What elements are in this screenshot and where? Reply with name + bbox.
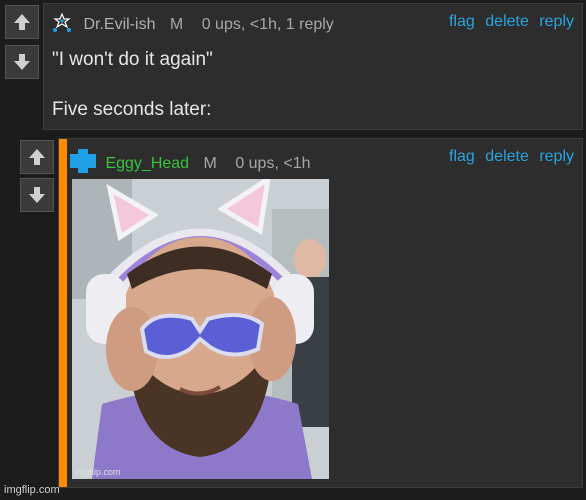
- image-watermark: imgflip.com: [75, 467, 121, 477]
- arrow-down-icon: [14, 54, 30, 70]
- reply-link[interactable]: reply: [539, 13, 574, 30]
- mod-badge: M: [169, 16, 184, 33]
- comment-text-line2: Five seconds later:: [52, 99, 212, 120]
- comment-meta: Dr.Evil-ish M 0 ups, <1h, 1 reply: [51, 12, 334, 34]
- star-cluster-icon: [53, 12, 71, 32]
- comment-stats: 0 ups, <1h: [235, 155, 311, 172]
- username[interactable]: Eggy_Head: [105, 155, 189, 172]
- comment-actions: flag delete reply: [443, 13, 574, 31]
- upvote-button[interactable]: [5, 5, 39, 39]
- comment-eggy-head: Eggy_Head M 0 ups, <1h flag delete reply: [58, 138, 583, 488]
- plus-shape-icon: [70, 149, 96, 173]
- meme-image: imgflip.com: [72, 179, 329, 479]
- upvote-button[interactable]: [20, 140, 54, 174]
- flag-link[interactable]: flag: [449, 148, 475, 165]
- delete-link[interactable]: delete: [485, 13, 529, 30]
- comment-text-line1: "I won't do it again": [52, 49, 213, 70]
- arrow-up-icon: [14, 14, 30, 30]
- arrow-up-icon: [29, 149, 45, 165]
- meme-photo: [72, 179, 329, 479]
- delete-link[interactable]: delete: [485, 148, 529, 165]
- comment-meta: Eggy_Head M 0 ups, <1h: [69, 148, 310, 174]
- comment-actions: flag delete reply: [443, 148, 574, 166]
- downvote-button[interactable]: [5, 45, 39, 79]
- arrow-down-icon: [29, 187, 45, 203]
- downvote-button[interactable]: [20, 178, 54, 212]
- reply-accent-bar: [59, 139, 67, 487]
- username[interactable]: Dr.Evil-ish: [83, 16, 155, 33]
- comment-dr-evil: Dr.Evil-ish M 0 ups, <1h, 1 reply flag d…: [43, 3, 583, 130]
- footer-watermark: imgflip.com: [4, 484, 60, 496]
- mod-badge: M: [203, 155, 217, 172]
- reply-link[interactable]: reply: [539, 148, 574, 165]
- comment-stats: 0 ups, <1h, 1 reply: [201, 16, 334, 33]
- flag-link[interactable]: flag: [449, 13, 475, 30]
